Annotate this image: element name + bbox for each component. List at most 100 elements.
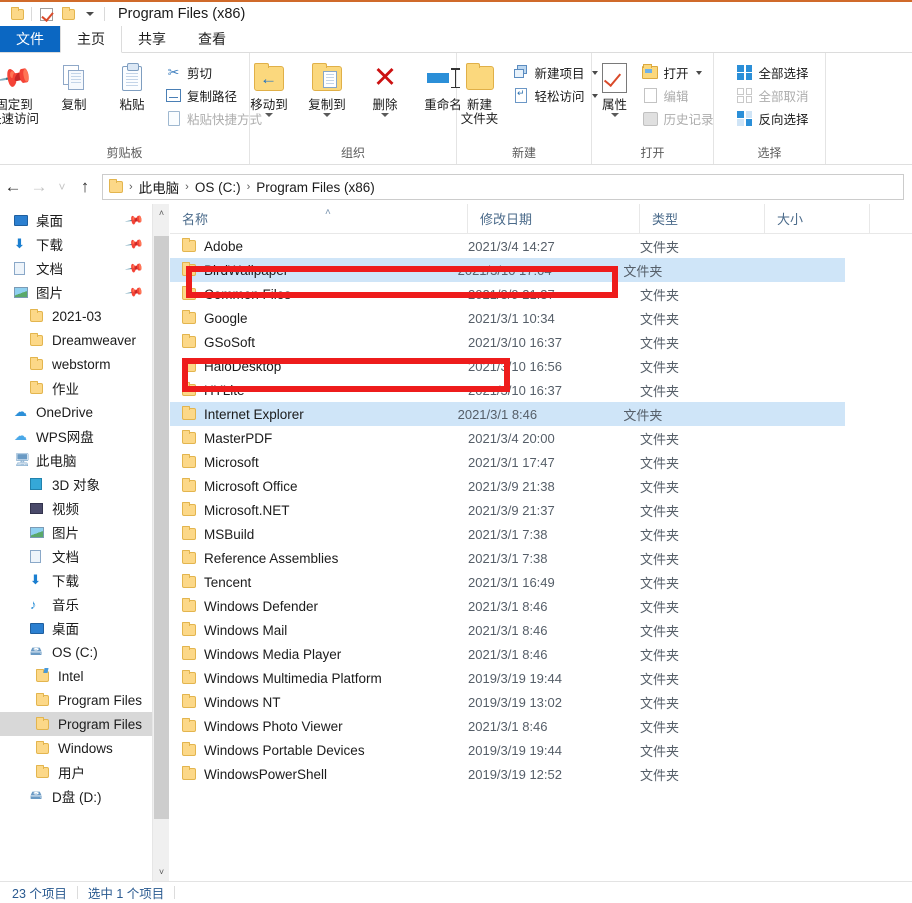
sidebar-item-[interactable]: 图片 📌	[0, 280, 152, 304]
table-row[interactable]: Common Files 2021/3/9 21:37 文件夹	[170, 282, 912, 306]
breadcrumb-separator[interactable]: ›	[246, 181, 252, 193]
copy-button[interactable]: 复制	[45, 59, 103, 112]
table-row[interactable]: Windows Defender 2021/3/1 8:46 文件夹	[170, 594, 912, 618]
sidebar-item-[interactable]: 用户	[0, 760, 152, 784]
chevron-down-icon[interactable]	[381, 113, 389, 117]
file-name-cell[interactable]: Windows Photo Viewer	[170, 718, 468, 734]
file-name-cell[interactable]: HaloDesktop	[170, 358, 468, 374]
sidebar-item-[interactable]: 🖥 此电脑	[0, 448, 152, 472]
file-name-cell[interactable]: Windows Multimedia Platform	[170, 670, 468, 686]
tab-home[interactable]: 主页	[60, 26, 122, 53]
file-name-cell[interactable]: Windows Media Player	[170, 646, 468, 662]
file-name-cell[interactable]: Microsoft.NET	[170, 502, 468, 518]
file-name-cell[interactable]: GSoSoft	[170, 334, 468, 350]
chevron-down-icon[interactable]	[265, 113, 273, 117]
file-name-cell[interactable]: Google	[170, 310, 468, 326]
table-row[interactable]: HYLite 2021/3/10 16:37 文件夹	[170, 378, 912, 402]
sidebar-item-[interactable]: ♪ 音乐	[0, 592, 152, 616]
invert-selection-button[interactable]: 反向选择	[732, 107, 812, 130]
sidebar-item-2021-03[interactable]: 2021-03	[0, 304, 152, 328]
navigation-pane[interactable]: 桌面 📌 ⬇ 下载 📌 文档 📌 图片 📌 2021-03 Dreamweaver webstorm 作…	[0, 204, 152, 881]
table-row[interactable]: GSoSoft 2021/3/10 16:37 文件夹	[170, 330, 912, 354]
file-name-cell[interactable]: MSBuild	[170, 526, 468, 542]
sidebar-item-[interactable]: 视频	[0, 496, 152, 520]
paste-button[interactable]: 粘贴	[103, 59, 161, 112]
navigation-pane-scrollbar[interactable]: ˄ ˅	[152, 204, 169, 881]
file-name-cell[interactable]: Windows NT	[170, 694, 468, 710]
folder-icon[interactable]	[6, 4, 28, 24]
table-row[interactable]: Windows Media Player 2021/3/1 8:46 文件夹	[170, 642, 912, 666]
pin-icon[interactable]: 📌	[124, 234, 144, 254]
file-name-cell[interactable]: Internet Explorer	[170, 406, 458, 422]
table-row[interactable]: Microsoft 2021/3/1 17:47 文件夹	[170, 450, 912, 474]
sidebar-item-program-files[interactable]: Program Files	[0, 688, 152, 712]
breadcrumb-os-c[interactable]: OS (C:)	[192, 180, 244, 195]
sidebar-item-d-d[interactable]: 🖴 D盘 (D:)	[0, 784, 152, 808]
pin-to-quick-access-button[interactable]: 📌 固定到 快速访问	[0, 57, 45, 126]
table-row[interactable]: Windows NT 2019/3/19 13:02 文件夹	[170, 690, 912, 714]
scrollbar-thumb[interactable]	[154, 236, 169, 819]
column-header-size[interactable]: 大小	[765, 203, 870, 234]
forward-button[interactable]: →	[26, 174, 52, 200]
properties-check-icon[interactable]	[35, 4, 57, 24]
delete-button[interactable]: ✕ 删除	[356, 59, 414, 117]
file-name-cell[interactable]: Windows Portable Devices	[170, 742, 468, 758]
chevron-down-icon[interactable]	[610, 113, 619, 117]
recent-locations-button[interactable]: ˅	[52, 174, 72, 200]
scroll-up-icon[interactable]: ˄	[153, 204, 170, 222]
sidebar-item-[interactable]: ⬇ 下载 📌	[0, 232, 152, 256]
sidebar-item-intel[interactable]: Intel	[0, 664, 152, 688]
file-name-cell[interactable]: Windows Defender	[170, 598, 468, 614]
select-none-button[interactable]: 全部取消	[732, 84, 812, 107]
pin-icon[interactable]: 📌	[124, 258, 144, 278]
table-row[interactable]: Windows Portable Devices 2019/3/19 19:44 文…	[170, 738, 912, 762]
file-name-cell[interactable]: WindowsPowerShell	[170, 766, 468, 782]
address-input[interactable]: › 此电脑 › OS (C:) › Program Files (x86)	[102, 174, 904, 200]
sidebar-item-dreamweaver[interactable]: Dreamweaver	[0, 328, 152, 352]
new-folder-icon[interactable]	[57, 4, 79, 24]
tab-view[interactable]: 查看	[182, 26, 242, 52]
file-name-cell[interactable]: Windows Mail	[170, 622, 468, 638]
table-row[interactable]: Tencent 2021/3/1 16:49 文件夹	[170, 570, 912, 594]
sidebar-item-[interactable]: 文档 📌	[0, 256, 152, 280]
select-all-button[interactable]: 全部选择	[732, 61, 812, 84]
file-name-cell[interactable]: MasterPDF	[170, 430, 468, 446]
chevron-down-icon[interactable]	[695, 70, 702, 75]
table-row[interactable]: Adobe 2021/3/4 14:27 文件夹	[170, 234, 912, 258]
sidebar-item-program-files[interactable]: Program Files	[0, 712, 152, 736]
sidebar-item-3d[interactable]: 3D 对象	[0, 472, 152, 496]
table-row[interactable]: Reference Assemblies 2021/3/1 7:38 文件夹	[170, 546, 912, 570]
chevron-down-icon[interactable]	[323, 113, 331, 117]
sidebar-item-onedrive[interactable]: ☁ OneDrive	[0, 400, 152, 424]
sidebar-item-wps[interactable]: ☁ WPS网盘	[0, 424, 152, 448]
breadcrumb-this-pc[interactable]: 此电脑	[136, 177, 183, 197]
open-button[interactable]: 打开	[638, 61, 718, 84]
table-row[interactable]: BirdWallpaper 2021/3/10 17:04 文件夹	[170, 258, 845, 282]
table-row[interactable]: MSBuild 2021/3/1 7:38 文件夹	[170, 522, 912, 546]
sidebar-item-[interactable]: 桌面	[0, 616, 152, 640]
breadcrumb-separator[interactable]: ›	[184, 181, 190, 193]
breadcrumb-separator[interactable]: ›	[128, 181, 134, 193]
edit-button[interactable]: 编辑	[638, 84, 718, 107]
file-name-cell[interactable]: Reference Assemblies	[170, 550, 468, 566]
sidebar-item-[interactable]: 图片	[0, 520, 152, 544]
sidebar-item-[interactable]: ⬇ 下载	[0, 568, 152, 592]
copy-to-button[interactable]: 复制到	[298, 59, 356, 117]
sidebar-item-[interactable]: 文档	[0, 544, 152, 568]
table-row[interactable]: Microsoft Office 2021/3/9 21:38 文件夹	[170, 474, 912, 498]
file-name-cell[interactable]: Microsoft Office	[170, 478, 468, 494]
history-button[interactable]: 历史记录	[638, 107, 718, 130]
sidebar-item-os-c[interactable]: 🖴 OS (C:)	[0, 640, 152, 664]
file-name-cell[interactable]: BirdWallpaper	[170, 262, 458, 278]
back-button[interactable]: ←	[0, 174, 26, 200]
move-to-button[interactable]: ← 移动到	[240, 59, 298, 117]
file-name-cell[interactable]: Adobe	[170, 238, 468, 254]
file-name-cell[interactable]: HYLite	[170, 382, 468, 398]
table-row[interactable]: Windows Multimedia Platform 2019/3/19 19:…	[170, 666, 912, 690]
sidebar-item-windows[interactable]: Windows	[0, 736, 152, 760]
file-name-cell[interactable]: Tencent	[170, 574, 468, 590]
column-header-date[interactable]: 修改日期	[468, 203, 640, 234]
table-row[interactable]: HaloDesktop 2021/3/10 16:56 文件夹	[170, 354, 912, 378]
table-row[interactable]: WindowsPowerShell 2019/3/19 12:52 文件夹	[170, 762, 912, 786]
pin-icon[interactable]: 📌	[124, 210, 144, 230]
